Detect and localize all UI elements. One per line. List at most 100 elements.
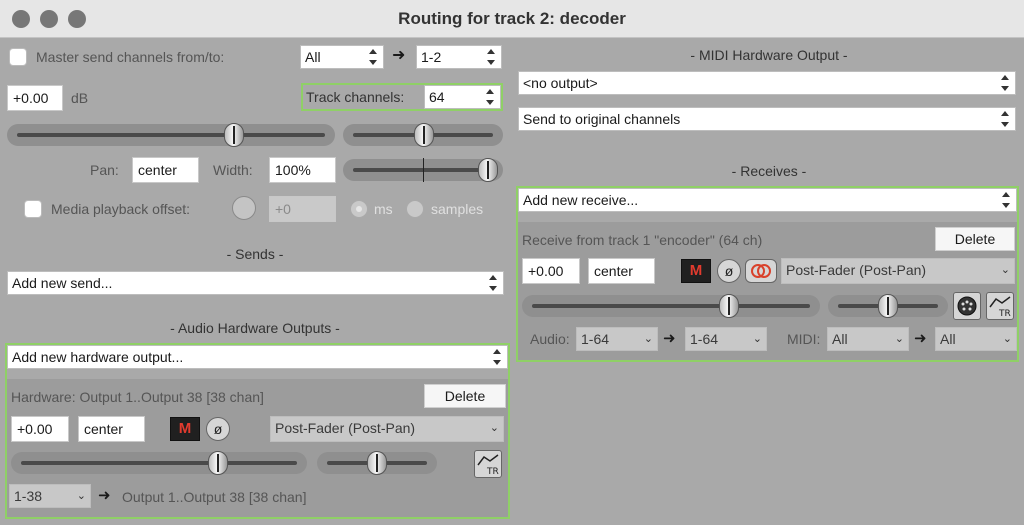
chevron-down-icon: ⌄ bbox=[643, 333, 653, 345]
arrow-right-icon: ➜ bbox=[392, 47, 406, 64]
receive-phase-button[interactable]: ø bbox=[717, 259, 741, 283]
media-offset-knob[interactable] bbox=[232, 196, 256, 220]
hw-output-pan-field[interactable]: center bbox=[78, 416, 145, 442]
chevron-down-icon: ⌄ bbox=[489, 422, 499, 434]
svg-text:TR: TR bbox=[998, 309, 1011, 319]
track-channels-label: Track channels: bbox=[306, 89, 405, 105]
hw-output-volume-knob[interactable] bbox=[208, 451, 228, 475]
receive-delete-button[interactable]: Delete bbox=[935, 227, 1015, 251]
title-bar: Routing for track 2: decoder bbox=[0, 0, 1024, 38]
master-send-from-select[interactable]: All bbox=[300, 45, 384, 69]
media-offset-label: Media playback offset: bbox=[51, 201, 191, 217]
hw-output-title: Hardware: Output 1..Output 38 [38 chan] bbox=[11, 389, 264, 405]
media-offset-field[interactable]: +0 bbox=[269, 196, 336, 222]
samples-radio[interactable] bbox=[406, 200, 424, 218]
chevron-down-icon: ⌄ bbox=[894, 333, 904, 345]
updown-icon bbox=[1000, 111, 1010, 127]
master-volume-slider[interactable] bbox=[7, 124, 335, 146]
receive-mute-button[interactable]: M bbox=[681, 259, 711, 283]
add-receive-value: Add new receive... bbox=[523, 192, 639, 208]
add-send-select[interactable]: Add new send... bbox=[7, 271, 504, 295]
master-volume-knob[interactable] bbox=[224, 123, 244, 147]
hw-output-channels-select[interactable]: 1-38 ⌄ bbox=[9, 484, 91, 508]
arrow-right-icon: ➜ bbox=[914, 330, 927, 347]
track-channels-value: 64 bbox=[429, 89, 445, 105]
updown-icon bbox=[1001, 192, 1011, 208]
updown-icon bbox=[1000, 75, 1010, 91]
hw-output-channels-value: 1-38 bbox=[14, 488, 43, 504]
hw-output-delete-button[interactable]: Delete bbox=[424, 384, 506, 408]
receive-midi-from-select[interactable]: All ⌄ bbox=[827, 327, 909, 351]
master-send-label: Master send channels from/to: bbox=[36, 49, 225, 65]
receive-volume-slider[interactable] bbox=[522, 295, 820, 317]
updown-icon bbox=[488, 275, 498, 291]
width-center-mark bbox=[423, 158, 424, 182]
master-send-to-select[interactable]: 1-2 bbox=[416, 45, 502, 69]
receive-mode-value: Post-Fader (Post-Pan) bbox=[786, 262, 927, 278]
midi-channels-value: Send to original channels bbox=[523, 111, 681, 127]
master-pan-knob[interactable] bbox=[414, 123, 434, 147]
receive-midi-from-value: All bbox=[832, 331, 848, 347]
updown-icon bbox=[492, 349, 502, 365]
svg-text:TR: TR bbox=[486, 467, 499, 477]
hw-output-phase-button[interactable]: ø bbox=[206, 417, 230, 441]
receive-audio-to-select[interactable]: 1-64 ⌄ bbox=[685, 327, 767, 351]
hw-output-volume-slider[interactable] bbox=[11, 452, 307, 474]
chevron-down-icon: ⌄ bbox=[1000, 264, 1010, 276]
receive-audio-from-select[interactable]: 1-64 ⌄ bbox=[576, 327, 658, 351]
midi-output-select[interactable]: <no output> bbox=[518, 71, 1016, 95]
receive-mono-stereo-icon[interactable] bbox=[745, 259, 777, 283]
width-knob[interactable] bbox=[478, 158, 498, 182]
arrow-right-icon: ➜ bbox=[98, 487, 111, 504]
master-send-from-value: All bbox=[305, 49, 321, 65]
updown-icon bbox=[368, 49, 378, 65]
receive-volume-field[interactable]: +0.00 bbox=[522, 258, 580, 284]
receive-midi-to-select[interactable]: All ⌄ bbox=[935, 327, 1017, 351]
track-channels-select[interactable]: 64 bbox=[424, 85, 501, 109]
receive-midi-label: MIDI: bbox=[787, 331, 821, 347]
hw-output-volume-field[interactable]: +0.00 bbox=[11, 416, 69, 442]
hw-output-dest-label: Output 1..Output 38 [38 chan] bbox=[122, 489, 307, 505]
add-hw-output-value: Add new hardware output... bbox=[12, 349, 184, 365]
arrow-right-icon: ➜ bbox=[663, 330, 676, 347]
ms-radio[interactable] bbox=[350, 200, 368, 218]
chevron-down-icon: ⌄ bbox=[752, 333, 762, 345]
receive-pan-field[interactable]: center bbox=[588, 258, 655, 284]
hw-output-mode-value: Post-Fader (Post-Pan) bbox=[275, 420, 416, 436]
hw-output-mode-select[interactable]: Post-Fader (Post-Pan) ⌄ bbox=[270, 416, 504, 442]
receive-midi-icon[interactable] bbox=[953, 292, 981, 320]
ms-label: ms bbox=[374, 201, 393, 217]
samples-label: samples bbox=[431, 201, 484, 217]
midi-hw-header: - MIDI Hardware Output - bbox=[690, 47, 848, 63]
pan-label: Pan: bbox=[90, 162, 119, 178]
chevron-down-icon: ⌄ bbox=[76, 490, 86, 502]
master-send-checkbox[interactable] bbox=[9, 48, 27, 66]
receive-title: Receive from track 1 "encoder" (64 ch) bbox=[522, 232, 763, 248]
midi-channels-select[interactable]: Send to original channels bbox=[518, 107, 1016, 131]
master-send-to-value: 1-2 bbox=[421, 49, 442, 65]
updown-icon bbox=[486, 49, 496, 65]
receive-volume-knob[interactable] bbox=[719, 294, 739, 318]
updown-icon bbox=[485, 89, 495, 105]
add-send-value: Add new send... bbox=[12, 275, 113, 291]
add-hw-output-select[interactable]: Add new hardware output... bbox=[7, 345, 508, 369]
receive-pan-knob[interactable] bbox=[878, 294, 898, 318]
receive-midi-to-value: All bbox=[940, 331, 956, 347]
receive-mode-select[interactable]: Post-Fader (Post-Pan) ⌄ bbox=[781, 258, 1015, 284]
receive-envelope-icon[interactable]: TR bbox=[986, 292, 1014, 320]
midi-output-value: <no output> bbox=[523, 75, 598, 91]
hw-outputs-header: - Audio Hardware Outputs - bbox=[170, 320, 340, 336]
receive-audio-to-value: 1-64 bbox=[690, 331, 719, 347]
master-volume-field[interactable]: +0.00 bbox=[7, 85, 63, 111]
volume-unit-label: dB bbox=[71, 90, 89, 106]
receive-audio-label: Audio: bbox=[530, 331, 570, 347]
width-field[interactable]: 100% bbox=[269, 157, 336, 183]
hw-output-mute-button[interactable]: M bbox=[170, 417, 200, 441]
sends-header: - Sends - bbox=[226, 246, 284, 262]
receive-audio-from-value: 1-64 bbox=[581, 331, 610, 347]
pan-field[interactable]: center bbox=[132, 157, 199, 183]
media-offset-checkbox[interactable] bbox=[24, 200, 42, 218]
add-receive-select[interactable]: Add new receive... bbox=[518, 188, 1017, 212]
hw-output-envelope-icon[interactable]: TR bbox=[474, 450, 502, 478]
hw-output-pan-knob[interactable] bbox=[367, 451, 387, 475]
